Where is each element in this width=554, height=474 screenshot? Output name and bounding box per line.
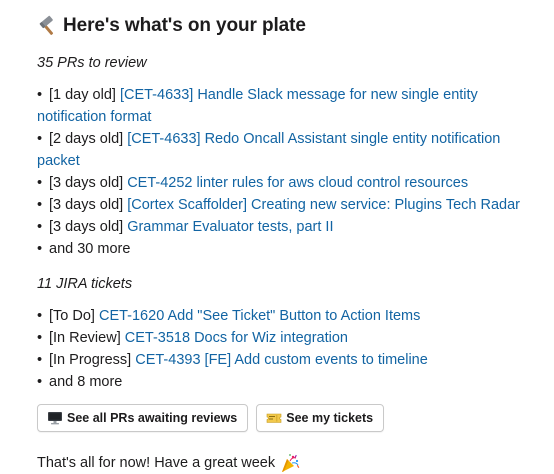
pr-link[interactable]: Grammar Evaluator tests, part II [127,219,333,235]
see-my-tickets-label: See my tickets [286,411,374,425]
list-item: • [To Do] CET-1620 Add "See Ticket" Butto… [37,308,421,324]
pr-link[interactable]: CET-4252 linter rules for aws cloud cont… [127,175,468,191]
prs-section-title: 35 PRs to review [37,55,147,71]
see-all-prs-label: See all PRs awaiting reviews [67,411,238,425]
header: Here's what's on your plate [37,12,547,40]
ticket-link[interactable]: CET-3518 Docs for Wiz integration [125,330,348,346]
message-body: Here's what's on your plate 35 PRs to re… [37,12,547,474]
pr-link[interactable]: [Cortex Scaffolder] Creating new service… [127,197,520,213]
pr-age: [2 days old] [49,131,124,147]
ticket-status: [To Do] [49,308,95,324]
pr-age: [3 days old] [49,219,124,235]
ticket-link[interactable]: CET-1620 Add "See Ticket" Button to Acti… [99,308,420,324]
prs-list: • [1 day old] [CET-4633] Handle Slack mes… [37,84,547,260]
list-item: • [3 days old] [Cortex Scaffolder] Creati… [37,197,520,213]
list-item: • [3 days old] CET-4252 linter rules for … [37,175,469,191]
ticket-status: [In Review] [49,330,121,346]
hammer-icon [39,15,54,35]
list-item: • [In Progress] CET-4393 [FE] Add custom … [37,352,428,368]
list-item: • [3 days old] Grammar Evaluator tests, p… [37,219,334,235]
pr-age: [3 days old] [49,175,124,191]
ticket-link[interactable]: CET-4393 [FE] Add custom events to timel… [135,352,428,368]
desktop-computer-icon [48,412,62,425]
header-title: Here's what's on your plate [63,15,306,36]
list-item-more: • and 8 more [37,374,123,390]
jira-list: • [To Do] CET-1620 Add "See Ticket" Butto… [37,305,547,393]
list-item: • [In Review] CET-3518 Docs for Wiz integ… [37,330,348,346]
prs-more-text: and 30 more [49,241,131,257]
jira-section-title: 11 JIRA tickets [37,276,133,292]
list-item: • [2 days old] [CET-4633] Redo Oncall Ass… [37,131,501,169]
jira-more-text: and 8 more [49,374,123,390]
list-item: • [1 day old] [CET-4633] Handle Slack mes… [37,87,478,125]
see-my-tickets-button[interactable]: See my tickets [256,404,385,432]
pr-age: [1 day old] [49,87,116,103]
action-buttons: See all PRs awaiting reviews See my tick… [37,404,547,432]
pr-age: [3 days old] [49,197,124,213]
see-all-prs-button[interactable]: See all PRs awaiting reviews [37,404,249,432]
ticket-icon [266,413,282,423]
ticket-status: [In Progress] [49,352,132,368]
list-item-more: • and 30 more [37,241,131,257]
